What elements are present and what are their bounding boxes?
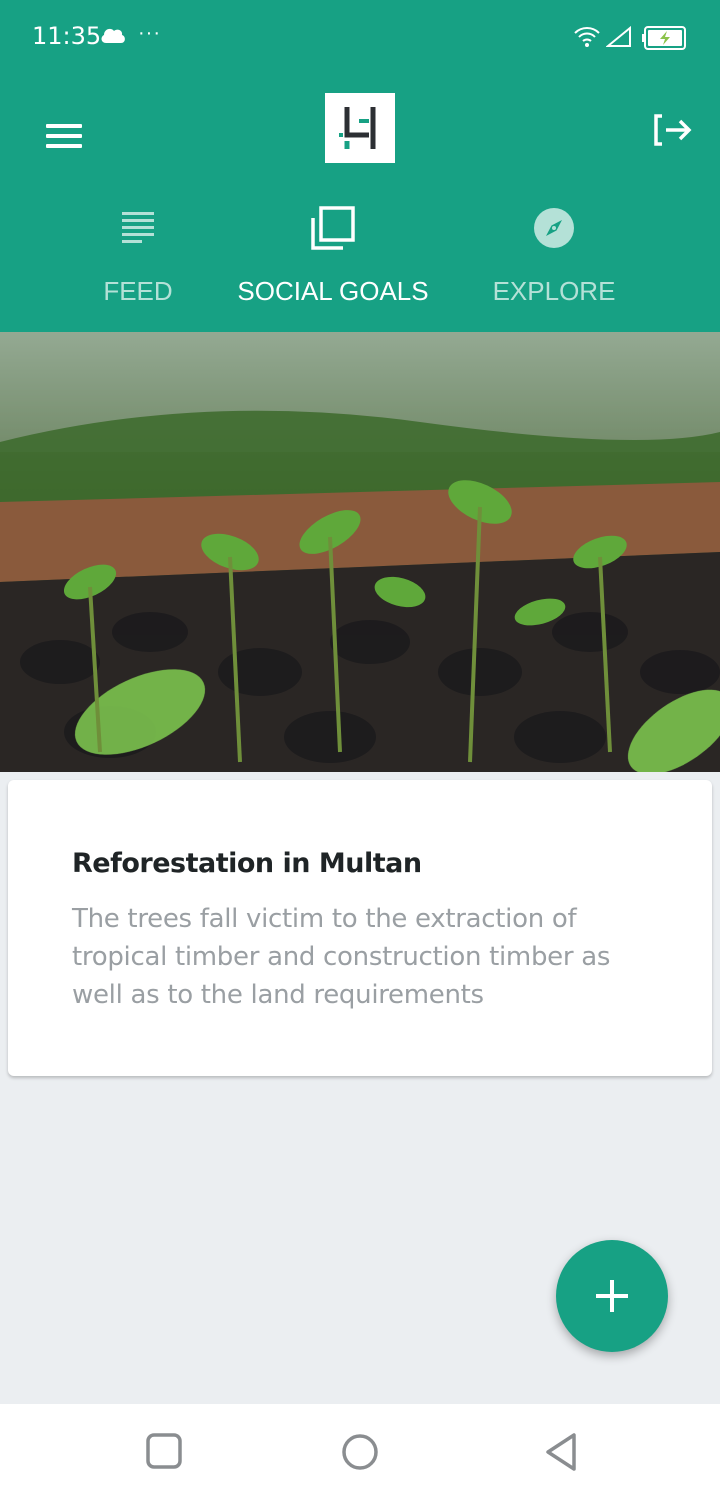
signal-icon (606, 26, 631, 47)
tab-feed[interactable]: FEED (54, 196, 222, 332)
tab-explore[interactable]: EXPLORE (470, 196, 638, 332)
more-dots-icon: ··· (138, 22, 161, 44)
home-icon[interactable] (336, 1432, 384, 1472)
hamburger-menu-icon[interactable] (40, 116, 88, 156)
tab-social-goals[interactable]: SOCIAL GOALS (204, 196, 462, 332)
compass-icon (534, 208, 574, 248)
recent-apps-icon[interactable] (140, 1432, 188, 1472)
tab-feed-label: FEED (103, 276, 173, 306)
add-goal-button[interactable] (556, 1240, 668, 1352)
wifi-icon (574, 27, 600, 47)
status-time: 11:35 (32, 22, 102, 50)
logout-icon[interactable] (648, 110, 696, 150)
tab-social-goals-label: SOCIAL GOALS (237, 276, 429, 306)
cloud-icon (101, 28, 125, 43)
social-goal-card[interactable]: Reforestation in Multan The trees fall v… (8, 780, 712, 1076)
back-icon[interactable] (536, 1432, 584, 1472)
tab-bar: FEED SOCIAL GOALS EXPLORE (0, 196, 720, 452)
battery-charging-icon (642, 26, 686, 50)
tree-seedlings-nursery-photo[interactable] (0, 332, 720, 772)
status-bar: 11:35 ··· (0, 0, 720, 76)
tab-explore-label: EXPLORE (492, 276, 616, 306)
app-logo (325, 93, 395, 163)
goal-title: Reforestation in Multan (72, 848, 422, 879)
app-bar: FEED SOCIAL GOALS EXPLORE (0, 76, 720, 452)
plus-icon (596, 1280, 628, 1312)
social-goals-icon (311, 206, 355, 250)
goal-description: The trees fall victim to the extraction … (72, 904, 611, 1010)
feed-list-icon (122, 212, 154, 243)
system-nav-bar (0, 1404, 720, 1500)
